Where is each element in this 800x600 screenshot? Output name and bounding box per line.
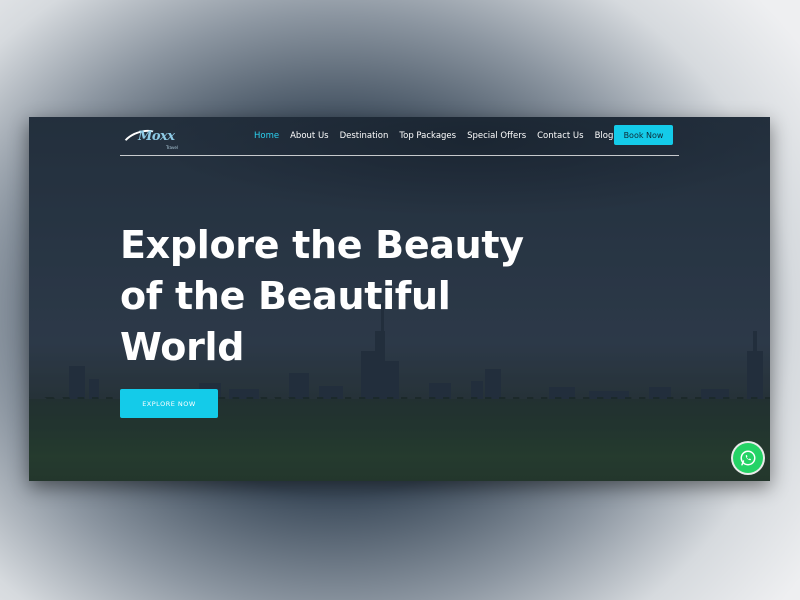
nav-item-top-packages[interactable]: Top Packages [399, 129, 456, 143]
nav-item-special-offers[interactable]: Special Offers [467, 129, 526, 143]
hero-heading-line-1: Explore the Beauty [120, 223, 524, 267]
whatsapp-chat-button[interactable] [733, 443, 763, 473]
website-screenshot: Moxx Travel Home About Us Destination To… [29, 117, 770, 481]
nav-item-about-us[interactable]: About Us [290, 129, 328, 143]
logo-subtext: Travel [166, 145, 178, 150]
explore-now-button[interactable]: EXPLORE NOW [120, 389, 218, 418]
nav-item-destination[interactable]: Destination [340, 129, 389, 143]
logo-text: Moxx [138, 129, 175, 144]
brand-logo[interactable]: Moxx Travel [119, 125, 182, 157]
book-now-button[interactable]: Book Now [614, 125, 673, 145]
hero-heading-line-2: of the Beautiful [120, 274, 451, 318]
main-navbar: Moxx Travel Home About Us Destination To… [119, 123, 679, 157]
hero-heading: Explore the Beauty of the Beautiful Worl… [120, 220, 540, 373]
nav-menu: Home About Us Destination Top Packages S… [254, 129, 624, 143]
hero-heading-line-3: World [120, 325, 245, 369]
whatsapp-icon [740, 450, 756, 466]
nav-item-blog[interactable]: Blog [595, 129, 614, 143]
nav-item-home[interactable]: Home [254, 129, 279, 143]
nav-item-contact-us[interactable]: Contact Us [537, 129, 583, 143]
